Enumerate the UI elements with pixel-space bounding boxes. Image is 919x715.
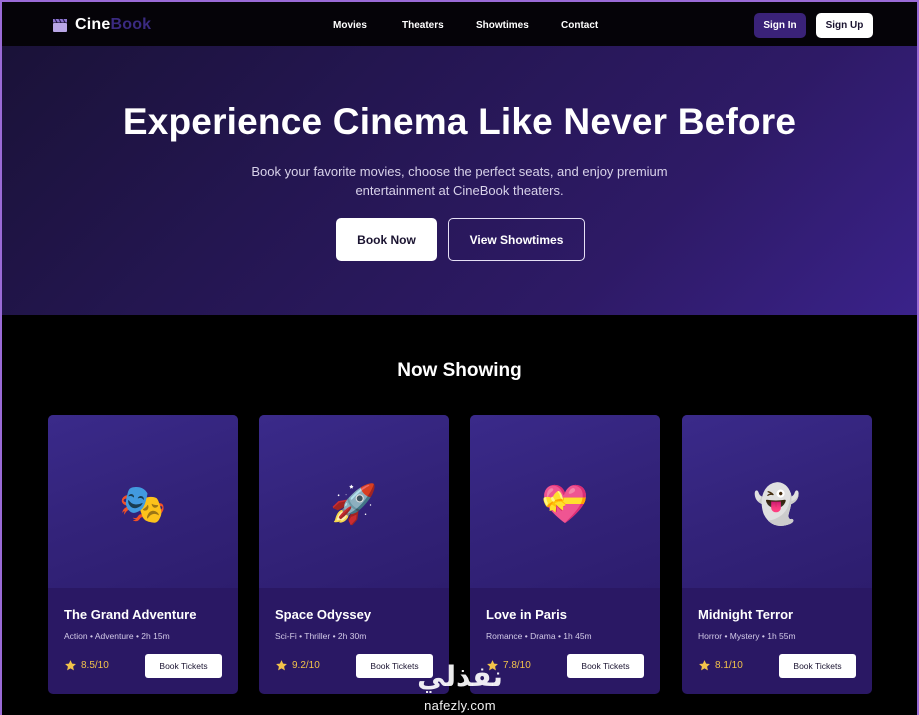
ghost-icon: 👻 <box>753 484 801 526</box>
rating-value: 8.5/10 <box>81 660 109 671</box>
book-now-button[interactable]: Book Now <box>336 218 437 261</box>
book-tickets-button[interactable]: Book Tickets <box>567 654 644 678</box>
star-icon <box>276 660 287 671</box>
movie-meta: Action • Adventure • 2h 15m <box>64 631 170 641</box>
watermark-url: nafezly.com <box>424 698 496 713</box>
nav-links: Movies Theaters Showtimes Contact <box>333 20 598 31</box>
movie-rating: 8.1/10 <box>698 659 743 672</box>
movie-card[interactable]: 🚀 Space Odyssey Sci-Fi • Thriller • 2h 3… <box>259 415 449 694</box>
hero-subtitle: Book your favorite movies, choose the pe… <box>251 164 668 198</box>
movie-title: Love in Paris <box>486 607 567 622</box>
watermark-logo-text: نفذلي <box>417 660 503 693</box>
nav-link-contact[interactable]: Contact <box>561 20 598 31</box>
heart-gift-icon: 💝 <box>541 484 589 526</box>
movie-meta: Horror • Mystery • 1h 55m <box>698 631 796 641</box>
watermark: نفذلي nafezly.com <box>400 660 520 714</box>
movie-title: Midnight Terror <box>698 607 794 622</box>
book-tickets-button[interactable]: Book Tickets <box>145 654 222 678</box>
navbar: CineBook Movies Theaters Showtimes Conta… <box>2 2 917 46</box>
hero-title: Experience Cinema Like Never Before <box>122 101 797 142</box>
movie-title: The Grand Adventure <box>64 607 197 622</box>
page-frame: CineBook Movies Theaters Showtimes Conta… <box>0 0 919 715</box>
clapperboard-icon <box>53 18 67 32</box>
theater-masks-icon: 🎭 <box>119 484 167 526</box>
movie-title: Space Odyssey <box>275 607 372 622</box>
hero-section: Experience Cinema Like Never Before Book… <box>2 46 917 315</box>
nav-link-showtimes[interactable]: Showtimes <box>476 20 561 31</box>
nav-link-movies[interactable]: Movies <box>333 20 402 31</box>
rocket-icon: 🚀 <box>330 484 378 526</box>
movie-rating: 9.2/10 <box>275 659 320 672</box>
logo[interactable]: CineBook <box>52 15 151 35</box>
nav-link-theaters[interactable]: Theaters <box>402 20 476 31</box>
movie-card[interactable]: 💝 Love in Paris Romance • Drama • 1h 45m… <box>470 415 660 694</box>
movie-meta: Sci-Fi • Thriller • 2h 30m <box>275 631 367 641</box>
movie-rating: 8.5/10 <box>64 659 109 672</box>
now-showing-title: Now Showing <box>397 360 522 381</box>
brand-name: CineBook <box>75 16 152 33</box>
movie-meta: Romance • Drama • 1h 45m <box>486 631 592 641</box>
sign-in-button[interactable]: Sign In <box>754 13 806 38</box>
star-icon <box>65 660 76 671</box>
sign-up-button[interactable]: Sign Up <box>816 13 873 38</box>
view-showtimes-button[interactable]: View Showtimes <box>448 218 585 261</box>
movie-card[interactable]: 🎭 The Grand Adventure Action • Adventure… <box>48 415 238 694</box>
movie-card[interactable]: 👻 Midnight Terror Horror • Mystery • 1h … <box>682 415 872 694</box>
rating-value: 9.2/10 <box>292 660 320 671</box>
book-tickets-button[interactable]: Book Tickets <box>779 654 856 678</box>
star-icon <box>699 660 710 671</box>
rating-value: 8.1/10 <box>715 660 743 671</box>
